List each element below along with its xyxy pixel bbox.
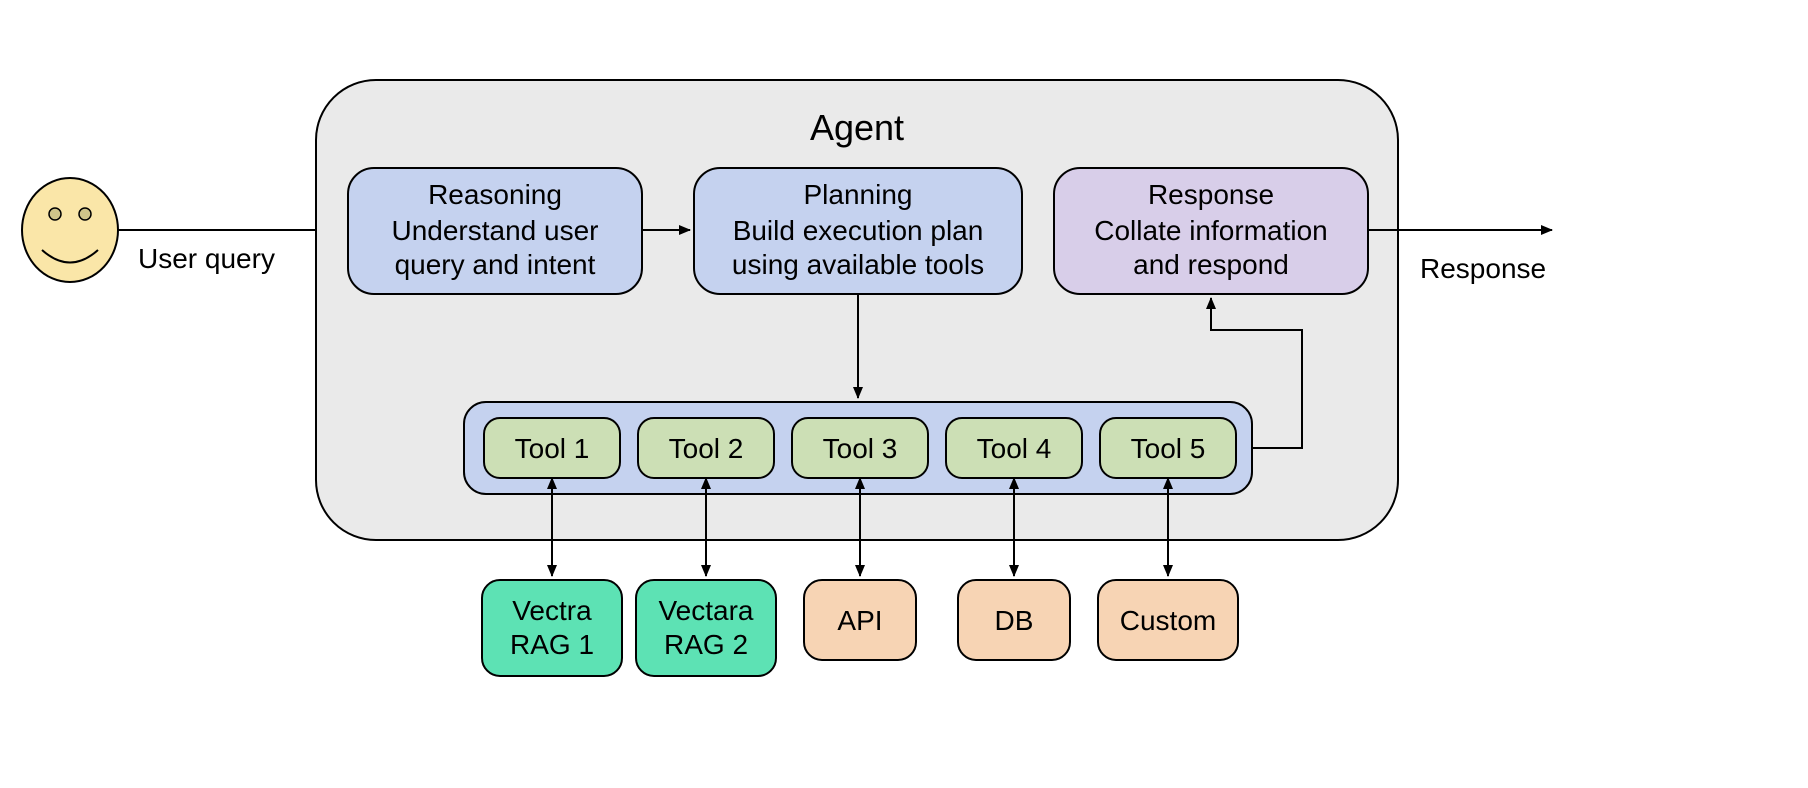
planning-desc2: using available tools <box>732 249 984 280</box>
impl-2-line2: RAG 2 <box>664 629 748 660</box>
tool-4: Tool 4 <box>946 418 1082 478</box>
user-icon <box>22 178 118 282</box>
impl-vectra-rag-1: Vectra RAG 1 <box>482 580 622 676</box>
impl-vectara-rag-2: Vectara RAG 2 <box>636 580 776 676</box>
tool-1: Tool 1 <box>484 418 620 478</box>
impl-2-line1: Vectara <box>659 595 754 626</box>
impl-1-line2: RAG 1 <box>510 629 594 660</box>
agent-title: Agent <box>810 107 904 148</box>
response-output-label: Response <box>1420 253 1546 284</box>
tool-5-label: Tool 5 <box>1131 433 1206 464</box>
response-desc1: Collate information <box>1094 215 1327 246</box>
impl-db: DB <box>958 580 1070 660</box>
stage-response: Response Collate information and respond <box>1054 168 1368 294</box>
impl-3-line1: API <box>837 605 882 636</box>
impl-5-line1: Custom <box>1120 605 1216 636</box>
tool-3-label: Tool 3 <box>823 433 898 464</box>
tool-5: Tool 5 <box>1100 418 1236 478</box>
tool-2: Tool 2 <box>638 418 774 478</box>
planning-desc1: Build execution plan <box>733 215 984 246</box>
reasoning-desc2: query and intent <box>395 249 596 280</box>
impl-custom: Custom <box>1098 580 1238 660</box>
reasoning-desc1: Understand user <box>391 215 598 246</box>
impl-4-line1: DB <box>995 605 1034 636</box>
agent-architecture-diagram: User query Agent Reasoning Understand us… <box>0 0 1808 788</box>
tool-1-label: Tool 1 <box>515 433 590 464</box>
reasoning-title: Reasoning <box>428 179 562 210</box>
planning-title: Planning <box>804 179 913 210</box>
tool-4-label: Tool 4 <box>977 433 1052 464</box>
tool-3: Tool 3 <box>792 418 928 478</box>
response-desc2: and respond <box>1133 249 1289 280</box>
user-query-label: User query <box>138 243 275 274</box>
impl-1-line1: Vectra <box>512 595 592 626</box>
response-title: Response <box>1148 179 1274 210</box>
tool-2-label: Tool 2 <box>669 433 744 464</box>
impl-api: API <box>804 580 916 660</box>
stage-reasoning: Reasoning Understand user query and inte… <box>348 168 642 294</box>
stage-planning: Planning Build execution plan using avai… <box>694 168 1022 294</box>
